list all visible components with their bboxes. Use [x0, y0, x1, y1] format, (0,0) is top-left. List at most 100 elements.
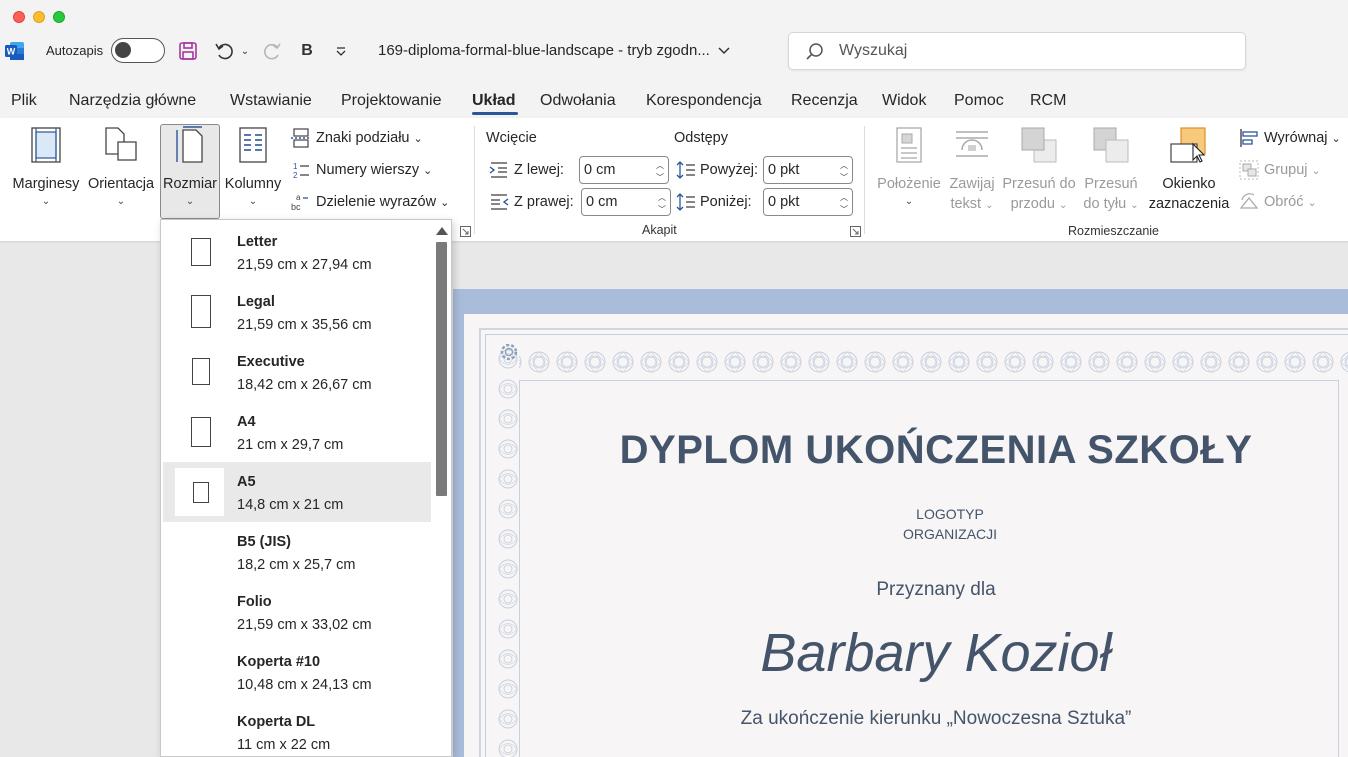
paragraph-launcher-icon[interactable] — [850, 226, 861, 237]
size-button[interactable]: Rozmiar ⌄ — [160, 126, 220, 209]
indent-right-icon — [488, 193, 510, 211]
menu-item-envelope-10[interactable]: Koperta #10 10,48 cm x 24,13 cm — [163, 642, 431, 702]
stepper-up-icon[interactable]: ︿ — [840, 192, 848, 203]
indent-right-label: Z prawej: — [488, 193, 574, 211]
indent-right-stepper[interactable]: 0 cm ︿ ﹀ — [581, 188, 671, 216]
legal-page-icon — [191, 295, 211, 328]
tab-odwolania[interactable]: Odwołania — [540, 92, 616, 110]
menu-item-b5-jis[interactable]: B5 (JIS) 18,2 cm x 25,7 cm — [163, 522, 431, 582]
chevron-down-icon: ⌄ — [1311, 164, 1321, 177]
ribbon-tabs: Plik Narzędzia główne Wstawianie Projekt… — [0, 82, 1348, 118]
send-backward-icon — [1092, 126, 1130, 168]
undo-dropdown-chevron-icon[interactable]: ⌄ — [238, 38, 252, 64]
zoom-window-button[interactable] — [53, 11, 65, 23]
columns-button[interactable]: Kolumny ⌄ — [222, 126, 284, 209]
bold-icon[interactable]: B — [298, 38, 316, 64]
page-setup-launcher-icon[interactable] — [460, 226, 471, 237]
tab-plik[interactable]: Plik — [11, 92, 37, 110]
stepper-down-icon[interactable]: ﹀ — [658, 204, 666, 215]
diploma-title[interactable]: DYPLOM UKOŃCZENIA SZKOŁY — [520, 428, 1348, 473]
indent-left-label: Z lewej: — [488, 161, 564, 179]
orientation-button[interactable]: Orientacja ⌄ — [85, 126, 157, 209]
stepper-up-icon[interactable]: ︿ — [658, 192, 666, 203]
group-separator — [864, 126, 865, 234]
autosave-toggle[interactable] — [111, 38, 165, 63]
tab-uklad[interactable]: Układ — [472, 92, 516, 110]
margins-button[interactable]: Marginesy ⌄ — [10, 126, 82, 209]
stepper-down-icon[interactable]: ﹀ — [840, 204, 848, 215]
bring-forward-button[interactable]: Przesuń do przodu ⌄ — [1000, 126, 1078, 216]
chevron-down-icon: ⌄ — [1130, 200, 1139, 211]
tab-wstawianie[interactable]: Wstawianie — [230, 92, 312, 110]
logo-line-1: LOGOTYP — [916, 506, 984, 522]
redo-icon[interactable] — [260, 38, 284, 64]
tab-recenzja[interactable]: Recenzja — [791, 92, 858, 110]
spacing-after-stepper[interactable]: 0 pkt ︿ ﹀ — [763, 188, 853, 216]
close-window-button[interactable] — [13, 11, 25, 23]
columns-icon — [237, 126, 269, 168]
spacing-after-label: Poniżej: — [676, 193, 752, 211]
send-backward-button[interactable]: Przesuń do tyłu ⌄ — [1078, 126, 1144, 216]
selection-pane-icon — [1169, 126, 1209, 168]
position-icon — [893, 126, 925, 168]
position-button[interactable]: Położenie ⌄ — [874, 126, 944, 209]
menu-item-legal[interactable]: Legal 21,59 cm x 35,56 cm — [163, 282, 431, 342]
undo-icon[interactable] — [212, 38, 236, 64]
svg-text:W: W — [7, 47, 16, 57]
stepper-down-icon[interactable]: ﹀ — [656, 172, 664, 183]
save-icon[interactable] — [177, 38, 199, 64]
menu-item-letter[interactable]: Letter 21,59 cm x 27,94 cm — [163, 222, 431, 282]
breaks-button[interactable]: Znaki podziału ⌄ — [290, 128, 423, 148]
organization-logo-placeholder[interactable]: LOGOTYP ORGANIZACJI — [520, 504, 1348, 544]
customize-toolbar-icon[interactable] — [332, 38, 350, 64]
scroll-up-arrow-icon[interactable] — [436, 227, 448, 235]
tab-widok[interactable]: Widok — [882, 92, 926, 110]
stepper-up-icon[interactable]: ︿ — [840, 160, 848, 171]
tab-korespondencja[interactable]: Korespondencja — [646, 92, 762, 110]
menu-item-folio[interactable]: Folio 21,59 cm x 33,02 cm — [163, 582, 431, 642]
indent-header: Wcięcie — [486, 130, 537, 146]
spacing-after-icon — [676, 193, 696, 211]
indent-left-icon — [488, 161, 510, 179]
chevron-down-icon: ⌄ — [41, 196, 51, 207]
chevron-down-icon: ⌄ — [413, 132, 423, 145]
wrap-text-button[interactable]: Zawijaj tekst ⌄ — [944, 126, 1000, 216]
group-separator — [474, 126, 475, 234]
logo-line-2: ORGANIZACJI — [902, 526, 998, 542]
awarded-to-text[interactable]: Przyznany dla — [520, 579, 1348, 601]
selection-pane-button[interactable]: Okienko zaznaczenia — [1148, 126, 1230, 214]
svg-text:2: 2 — [293, 171, 298, 180]
align-button[interactable]: Wyrównaj ⌄ — [1238, 128, 1341, 148]
menu-item-a4[interactable]: A4 21 cm x 29,7 cm — [163, 402, 431, 462]
page-size-menu: Letter 21,59 cm x 27,94 cm Legal 21,59 c… — [160, 219, 452, 757]
stepper-down-icon[interactable]: ﹀ — [840, 172, 848, 183]
title-bar: W Autozapis ⌄ B 169-diploma-formal-blue-… — [0, 0, 1348, 82]
svg-text:a: a — [296, 193, 301, 202]
chevron-down-icon: ⌄ — [985, 200, 994, 211]
tab-pomoc[interactable]: Pomoc — [954, 92, 1004, 110]
menu-scrollbar-thumb[interactable] — [436, 242, 447, 496]
group-button[interactable]: Grupuj ⌄ — [1238, 160, 1321, 180]
stepper-up-icon[interactable]: ︿ — [656, 160, 664, 171]
chevron-down-icon: ⌄ — [423, 164, 433, 177]
tab-narzedzia-glowne[interactable]: Narzędzia główne — [69, 92, 196, 110]
menu-item-a5[interactable]: A5 14,8 cm x 21 cm — [163, 462, 431, 522]
rotate-button[interactable]: Obróć ⌄ — [1238, 192, 1317, 212]
search-input[interactable]: Wyszukaj — [788, 32, 1246, 70]
course-text[interactable]: Za ukończenie kierunku „Nowoczesna Sztuk… — [520, 708, 1348, 730]
menu-item-envelope-dl[interactable]: Koperta DL 11 cm x 22 cm — [163, 702, 431, 756]
tab-rcm[interactable]: RCM — [1030, 92, 1066, 110]
hyphenation-button[interactable]: a bc Dzielenie wyrazów ⌄ — [290, 192, 449, 212]
word-logo-icon: W — [5, 41, 25, 61]
minimize-window-button[interactable] — [33, 11, 45, 23]
spacing-before-stepper[interactable]: 0 pkt ︿ ﹀ — [763, 156, 853, 184]
chevron-down-icon: ⌄ — [1307, 196, 1317, 209]
recipient-name[interactable]: Barbary Kozioł — [520, 622, 1348, 684]
chevron-down-icon: ⌄ — [904, 196, 914, 207]
spacing-before-icon — [676, 161, 696, 179]
tab-projektowanie[interactable]: Projektowanie — [341, 92, 442, 110]
document-title[interactable]: 169-diploma-formal-blue-landscape - tryb… — [378, 42, 730, 59]
indent-left-stepper[interactable]: 0 cm ︿ ﹀ — [579, 156, 669, 184]
line-numbers-button[interactable]: 12 Numery wierszy ⌄ — [290, 160, 432, 180]
menu-item-executive[interactable]: Executive 18,42 cm x 26,67 cm — [163, 342, 431, 402]
